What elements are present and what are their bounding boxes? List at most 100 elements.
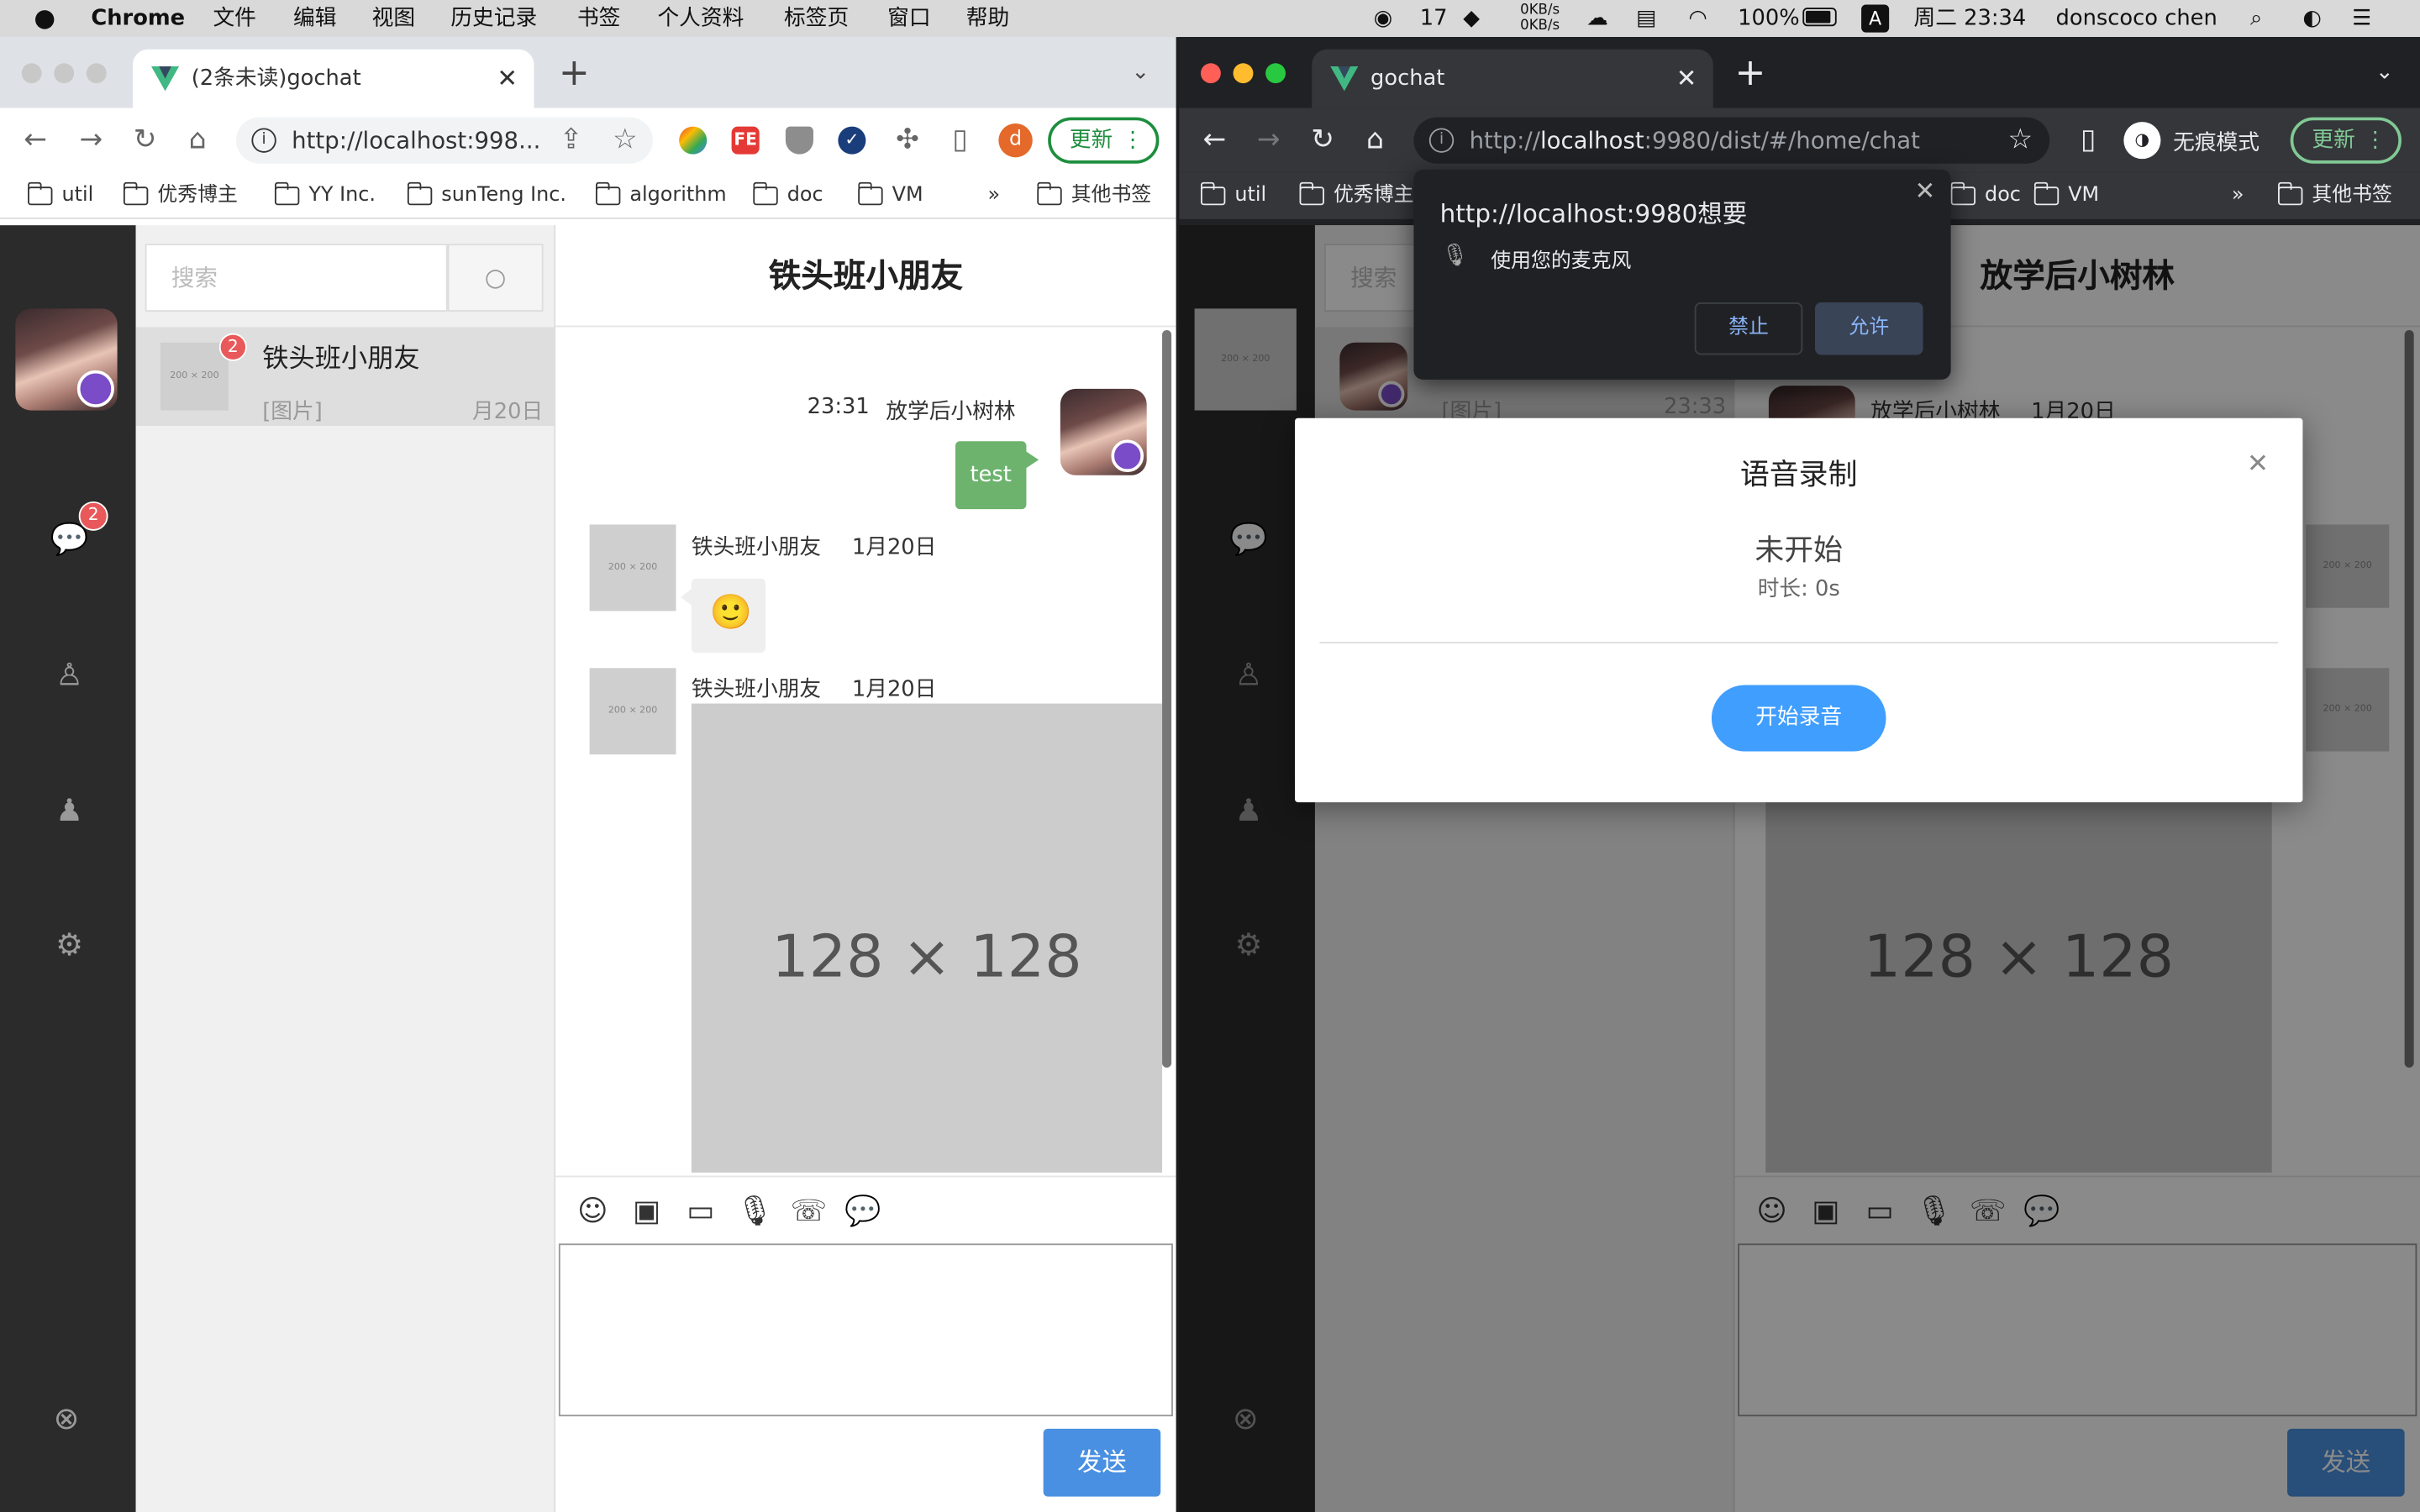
- control-center-icon[interactable]: ☰: [2352, 0, 2371, 37]
- contacts-icon[interactable]: ♙: [50, 654, 90, 695]
- my-message-bubble[interactable]: test: [955, 441, 1039, 510]
- tab-search-chevron-icon[interactable]: ⌄: [1123, 55, 1157, 89]
- wifi-icon[interactable]: ◠: [1688, 0, 1707, 37]
- menu-view[interactable]: 视图: [372, 0, 415, 37]
- bookmark-star-icon[interactable]: ☆: [608, 123, 642, 157]
- image-icon[interactable]: ▣: [629, 1193, 666, 1230]
- window-close-dot[interactable]: [1200, 63, 1221, 84]
- user-name[interactable]: donscoco chen: [2056, 0, 2217, 37]
- tab-gochat[interactable]: gochat ✕: [1312, 49, 1713, 108]
- home-icon[interactable]: ⌂: [181, 123, 214, 157]
- menu-window[interactable]: 窗口: [887, 0, 930, 37]
- forward-icon[interactable]: →: [1252, 123, 1286, 157]
- menu-dots-icon[interactable]: ⋮: [1122, 120, 1144, 160]
- window-minimize-dot[interactable]: [54, 63, 75, 84]
- modal-close-icon[interactable]: ✕: [2247, 449, 2269, 480]
- profile-avatar-icon[interactable]: d: [998, 123, 1033, 158]
- allow-button[interactable]: 允许: [1815, 302, 1923, 355]
- comment-icon[interactable]: 💬: [844, 1193, 881, 1230]
- menu-history[interactable]: 历史记录: [450, 0, 537, 37]
- conversation-item[interactable]: 200 × 200 2 铁头班小朋友 [图片] 月20日: [135, 327, 556, 426]
- update-button[interactable]: 更新 ⋮: [1048, 117, 1160, 164]
- extensions-puzzle-icon[interactable]: ✣: [891, 123, 924, 157]
- share-icon[interactable]: ⇪: [554, 123, 587, 157]
- menu-edit[interactable]: 编辑: [293, 0, 336, 37]
- chat-scrollbar[interactable]: [1162, 330, 1172, 1068]
- site-info-icon[interactable]: i: [251, 128, 276, 153]
- bookmark-doc[interactable]: doc: [1949, 173, 2021, 219]
- folder-icon[interactable]: ▭: [682, 1193, 719, 1230]
- bookmark-star-icon[interactable]: ☆: [2003, 123, 2037, 157]
- window-minimize-dot[interactable]: [1233, 63, 1254, 84]
- window-zoom-dot[interactable]: [1265, 63, 1286, 84]
- bookmark-util[interactable]: util: [1200, 173, 1266, 219]
- bookmarks-more[interactable]: »: [954, 173, 1001, 219]
- incognito-label[interactable]: 无痕模式: [2173, 127, 2260, 158]
- forward-icon[interactable]: →: [74, 123, 108, 157]
- home-icon[interactable]: ⌂: [1358, 123, 1392, 157]
- extension-shield-icon[interactable]: [785, 126, 813, 155]
- incognito-icon[interactable]: ◑: [2123, 122, 2161, 160]
- menu-file[interactable]: 文件: [213, 0, 255, 37]
- back-icon[interactable]: ←: [1197, 123, 1231, 157]
- phone-icon[interactable]: ☏: [790, 1193, 828, 1230]
- bookmarks-more[interactable]: »: [2198, 173, 2244, 219]
- window-zoom-dot[interactable]: [86, 63, 107, 84]
- permission-close-icon[interactable]: ✕: [1915, 176, 1936, 205]
- siri-icon[interactable]: ◐: [2302, 0, 2321, 37]
- start-recording-button[interactable]: 开始录音: [1711, 685, 1886, 752]
- new-tab-button[interactable]: +: [1734, 52, 1765, 92]
- apple-icon[interactable]: ●: [34, 0, 55, 37]
- search-button[interactable]: ○: [447, 244, 544, 312]
- extension-check-icon[interactable]: ✓: [838, 126, 866, 155]
- site-info-icon[interactable]: i: [1428, 128, 1455, 153]
- reload-icon[interactable]: ↻: [128, 123, 161, 157]
- window-close-dot[interactable]: [21, 63, 42, 84]
- menu-app-name[interactable]: Chrome: [91, 0, 185, 37]
- bookmark-bloggers[interactable]: 优秀博主: [1298, 173, 1413, 219]
- menu-tabs[interactable]: 标签页: [784, 0, 849, 37]
- bookmark-bloggers[interactable]: 优秀博主: [123, 173, 238, 219]
- menu-help[interactable]: 帮助: [966, 0, 1009, 37]
- update-button[interactable]: 更新 ⋮: [2290, 117, 2402, 164]
- side-panel-icon[interactable]: ▯: [943, 123, 976, 157]
- friend-avatar[interactable]: 200 × 200: [589, 668, 676, 755]
- cloud-icon[interactable]: ☁: [1586, 0, 1608, 37]
- extension-fe-icon[interactable]: FE: [731, 126, 760, 155]
- back-icon[interactable]: ←: [18, 123, 52, 157]
- address-bar[interactable]: i http://localhost:998...: [236, 117, 653, 164]
- bookmark-sunteng[interactable]: sunTeng Inc.: [406, 173, 566, 219]
- input-method-icon[interactable]: A: [1861, 4, 1890, 33]
- wechat-icon[interactable]: ◉: [1374, 0, 1392, 37]
- reload-icon[interactable]: ↻: [1306, 123, 1339, 157]
- memory-icon[interactable]: ▤: [1636, 0, 1656, 37]
- address-bar[interactable]: i http://localhost:9980/dist/#/home/chat: [1413, 117, 2050, 164]
- tab-search-chevron-icon[interactable]: ⌄: [2368, 55, 2402, 89]
- new-tab-button[interactable]: +: [559, 52, 590, 92]
- my-message-avatar[interactable]: [1060, 388, 1147, 475]
- menu-profile[interactable]: 个人资料: [657, 0, 744, 37]
- bookmark-vm[interactable]: VM: [2033, 173, 2099, 219]
- clock[interactable]: 周二 23:34: [1914, 0, 2027, 37]
- side-panel-icon[interactable]: ▯: [2071, 123, 2105, 157]
- menu-bookmarks[interactable]: 书签: [577, 0, 620, 37]
- settings-icon[interactable]: ⚙: [50, 924, 90, 964]
- bookmark-algorithm[interactable]: algorithm: [595, 173, 727, 219]
- bookmark-util[interactable]: util: [27, 173, 93, 219]
- emoji-icon[interactable]: ☺: [574, 1193, 611, 1230]
- my-avatar[interactable]: [15, 308, 118, 411]
- tab-gochat[interactable]: (2条未读)gochat ✕: [132, 49, 534, 108]
- battery-icon[interactable]: [1802, 8, 1837, 27]
- menu-dots-icon[interactable]: ⋮: [2365, 120, 2386, 160]
- tab-close-icon[interactable]: ✕: [497, 50, 518, 108]
- emoji-message-bubble[interactable]: 🙂: [681, 578, 766, 653]
- bookmark-yy[interactable]: YY Inc.: [274, 173, 376, 219]
- bookmark-doc[interactable]: doc: [752, 173, 823, 219]
- groups-icon[interactable]: ♟: [50, 790, 90, 830]
- deny-button[interactable]: 禁止: [1694, 302, 1803, 355]
- bookmark-vm[interactable]: VM: [857, 173, 923, 219]
- spotlight-icon[interactable]: ⌕: [2250, 0, 2262, 37]
- tab-close-icon[interactable]: ✕: [1676, 50, 1697, 108]
- image-message[interactable]: 128 × 128: [691, 703, 1163, 1173]
- bookmark-other[interactable]: 其他书签: [2277, 173, 2392, 219]
